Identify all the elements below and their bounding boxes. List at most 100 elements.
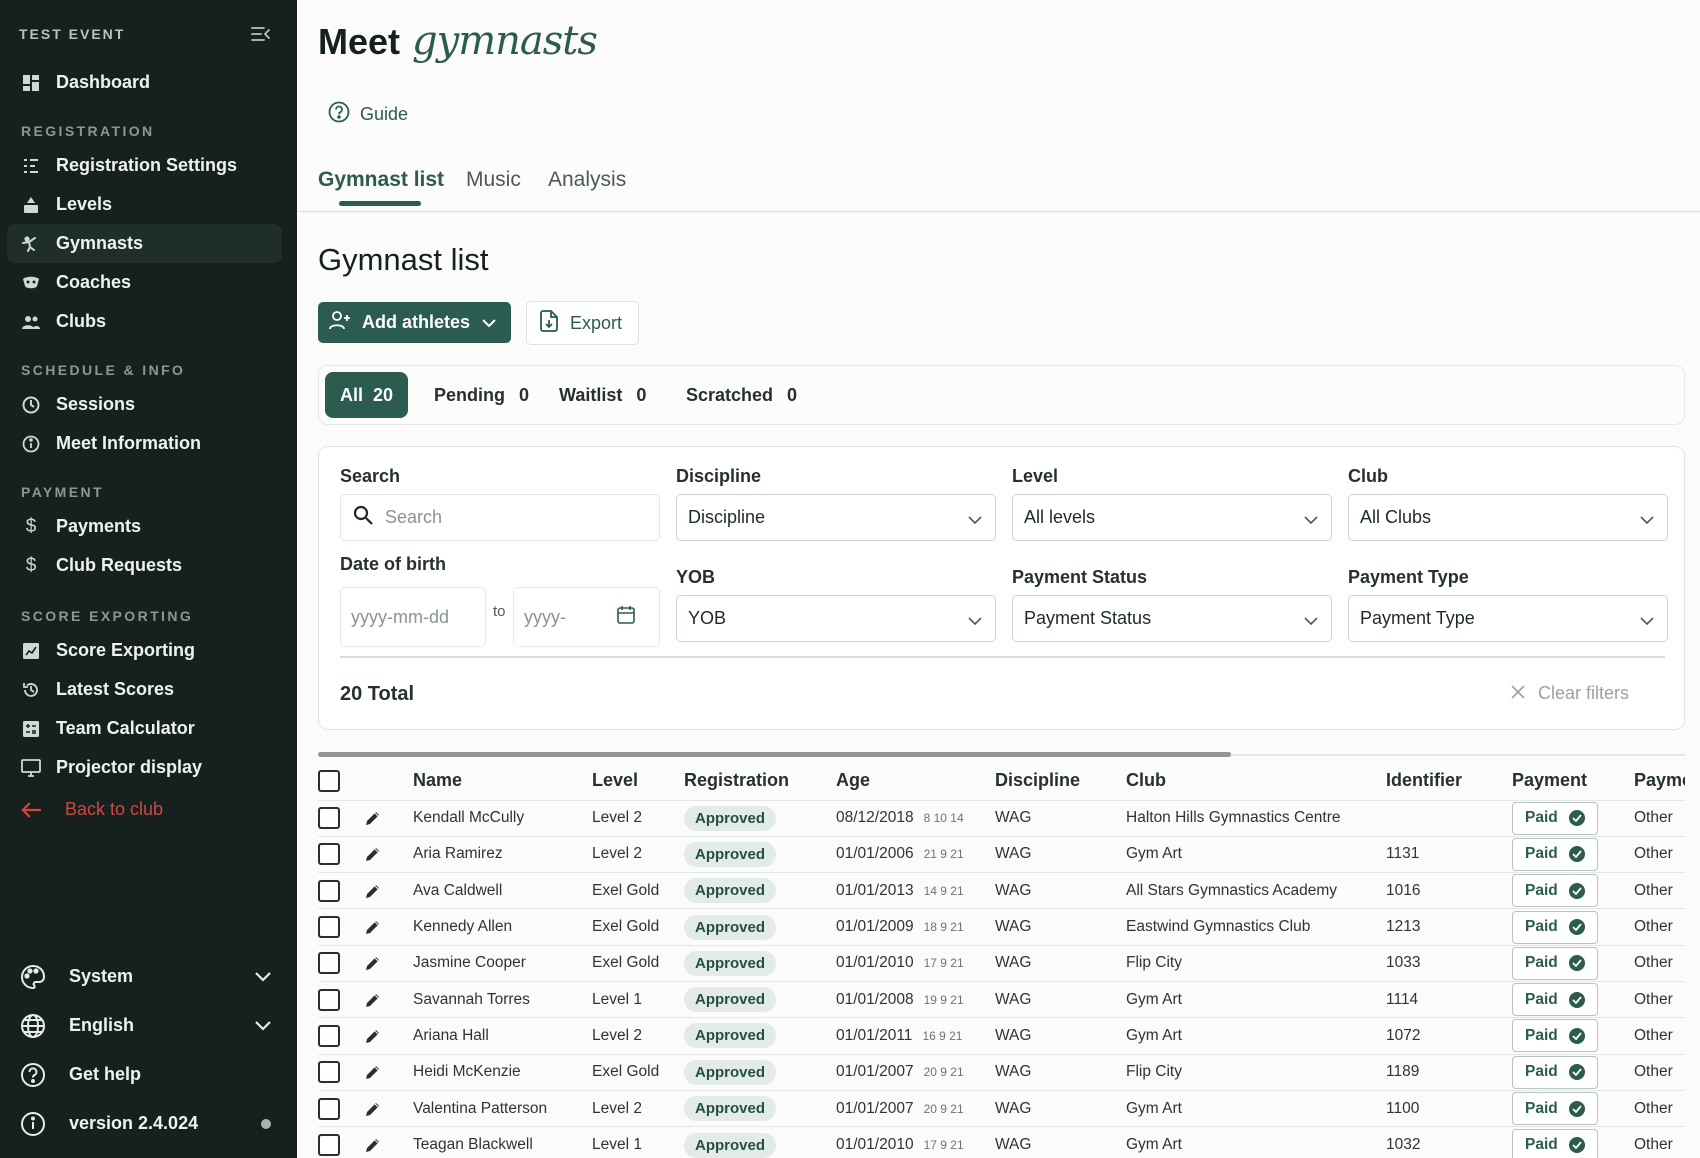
sidebar-item-team-calculator[interactable]: Team Calculator [7, 709, 282, 748]
status-tab-all[interactable]: All 20 [325, 372, 409, 418]
pencil-icon[interactable] [364, 1136, 413, 1154]
payment-status-button[interactable]: Paid [1512, 1019, 1598, 1053]
column-header-name[interactable]: Name [413, 762, 592, 800]
row-checkbox[interactable] [318, 1024, 340, 1047]
gymnast-name[interactable]: Teagan Blackwell [413, 1126, 592, 1158]
payment-status-button[interactable]: Paid [1512, 1055, 1598, 1089]
pencil-icon[interactable] [364, 954, 413, 972]
row-checkbox[interactable] [318, 1134, 340, 1157]
tab-analysis[interactable]: Analysis [548, 168, 626, 192]
pencil-icon[interactable] [364, 845, 413, 863]
payment-status-button[interactable]: Paid [1512, 946, 1598, 980]
column-header-registration[interactable]: Registration [684, 762, 836, 800]
payment-status-button[interactable]: Paid [1512, 910, 1598, 944]
sidebar-item-back-to-club[interactable]: Back to club [7, 790, 282, 829]
table-row[interactable]: Ariana Hall Level 2 Approved 01/01/2011 16 9… [318, 1017, 1685, 1055]
gymnast-name[interactable]: Ava Caldwell [413, 872, 592, 909]
sidebar-item-score-exporting[interactable]: Score Exporting [7, 631, 282, 670]
pencil-icon[interactable] [364, 1027, 413, 1045]
table-row[interactable]: Valentina Patterson Level 2 Approved 01/01/… [318, 1089, 1685, 1127]
pencil-icon[interactable] [364, 1100, 413, 1118]
sidebar-item-club-requests[interactable]: $ Club Requests [7, 546, 282, 585]
language-menu[interactable]: English [0, 1001, 297, 1050]
payment-status-button[interactable]: Paid [1512, 1128, 1598, 1158]
get-help-link[interactable]: Get help [0, 1050, 297, 1099]
row-checkbox[interactable] [318, 879, 340, 902]
scrollbar-thumb[interactable] [318, 752, 1231, 757]
payment-status-select[interactable]: Payment Status [1012, 595, 1332, 642]
sidebar-item-payments[interactable]: $ Payments [7, 507, 282, 546]
search-input[interactable] [385, 507, 645, 528]
gymnast-name[interactable]: Ariana Hall [413, 1017, 592, 1055]
pencil-icon[interactable] [364, 1063, 413, 1081]
row-checkbox[interactable] [318, 988, 340, 1011]
pencil-icon[interactable] [364, 991, 413, 1009]
payment-status-button[interactable]: Paid [1512, 837, 1598, 871]
gymnast-name[interactable]: Savannah Torres [413, 980, 592, 1018]
column-header-payment-type[interactable]: Payme [1634, 762, 1685, 800]
column-header-club[interactable]: Club [1126, 762, 1386, 800]
row-checkbox[interactable] [318, 952, 340, 975]
status-tab-waitlist[interactable]: Waitlist 0 [559, 372, 646, 418]
sidebar-item-meet-information[interactable]: Meet Information [7, 424, 282, 463]
calendar-icon[interactable] [616, 605, 636, 630]
sidebar-item-latest-scores[interactable]: Latest Scores [7, 670, 282, 709]
sidebar-item-levels[interactable]: Levels [7, 185, 282, 224]
column-header-discipline[interactable]: Discipline [995, 762, 1126, 800]
table-row[interactable]: Aria Ramirez Level 2 Approved 01/01/2006 21 … [318, 835, 1685, 873]
payment-status-button[interactable]: Paid [1512, 874, 1598, 908]
sidebar-item-projector-display[interactable]: Projector display [7, 748, 282, 787]
row-checkbox[interactable] [318, 916, 340, 939]
dob-from-input[interactable] [351, 606, 461, 628]
sidebar-item-gymnasts[interactable]: Gymnasts [7, 224, 282, 263]
gymnast-name[interactable]: Kennedy Allen [413, 908, 592, 946]
status-tab-pending[interactable]: Pending 0 [434, 372, 529, 418]
table-row[interactable]: Kendall McCully Level 2 Approved 08/12/2018… [318, 799, 1685, 837]
column-header-age[interactable]: Age [836, 762, 995, 800]
yob-select[interactable]: YOB [676, 595, 996, 642]
club-select[interactable]: All Clubs [1348, 494, 1668, 541]
column-header-level[interactable]: Level [592, 762, 684, 800]
tab-gymnast-list[interactable]: Gymnast list [318, 168, 444, 192]
gymnast-name[interactable]: Aria Ramirez [413, 835, 592, 873]
clear-filters-button[interactable]: Clear filters [1511, 683, 1629, 704]
column-header-payment[interactable]: Payment [1512, 762, 1634, 800]
gymnast-name[interactable]: Jasmine Cooper [413, 944, 592, 982]
sidebar-item-coaches[interactable]: Coaches [7, 263, 282, 302]
export-button[interactable]: Export [526, 301, 639, 345]
table-row[interactable]: Heidi McKenzie Exel Gold Approved 01/01/200… [318, 1053, 1685, 1091]
collapse-menu-icon[interactable] [251, 26, 271, 42]
tab-music[interactable]: Music [466, 168, 521, 192]
row-checkbox[interactable] [318, 1097, 340, 1120]
system-menu[interactable]: System [0, 952, 297, 1001]
discipline-select[interactable]: Discipline [676, 494, 996, 541]
table-row[interactable]: Ava Caldwell Exel Gold Approved 01/01/2013 1… [318, 872, 1685, 909]
pencil-icon[interactable] [364, 809, 413, 827]
gymnast-name[interactable]: Heidi McKenzie [413, 1053, 592, 1091]
sidebar-item-clubs[interactable]: Clubs [7, 302, 282, 341]
status-tab-scratched[interactable]: Scratched 0 [686, 372, 797, 418]
select-all-checkbox[interactable] [318, 769, 340, 792]
row-checkbox[interactable] [318, 1061, 340, 1084]
guide-link[interactable]: Guide [328, 101, 408, 128]
table-row[interactable]: Teagan Blackwell Level 1 Approved 01/01/201… [318, 1126, 1685, 1158]
gymnast-name[interactable]: Valentina Patterson [413, 1089, 592, 1127]
dob-to-input[interactable] [524, 606, 614, 628]
table-row[interactable]: Jasmine Cooper Exel Gold Approved 01/01/201… [318, 944, 1685, 982]
sidebar-item-registration-settings[interactable]: Registration Settings [7, 146, 282, 185]
row-checkbox[interactable] [318, 807, 340, 830]
gymnast-name[interactable]: Kendall McCully [413, 799, 592, 837]
pencil-icon[interactable] [364, 918, 413, 936]
payment-type-select[interactable]: Payment Type [1348, 595, 1668, 642]
payment-status-button[interactable]: Paid [1512, 1092, 1598, 1126]
sidebar-item-dashboard[interactable]: Dashboard [7, 63, 282, 102]
sidebar-item-sessions[interactable]: Sessions [7, 385, 282, 424]
row-checkbox[interactable] [318, 843, 340, 866]
payment-status-button[interactable]: Paid [1512, 983, 1598, 1017]
table-row[interactable]: Savannah Torres Level 1 Approved 01/01/2008… [318, 980, 1685, 1018]
table-row[interactable]: Kennedy Allen Exel Gold Approved 01/01/2009… [318, 908, 1685, 946]
level-select[interactable]: All levels [1012, 494, 1332, 541]
table-horizontal-scrollbar[interactable] [318, 752, 1685, 757]
payment-status-button[interactable]: Paid [1512, 801, 1598, 835]
add-athletes-button[interactable]: Add athletes [318, 302, 511, 343]
